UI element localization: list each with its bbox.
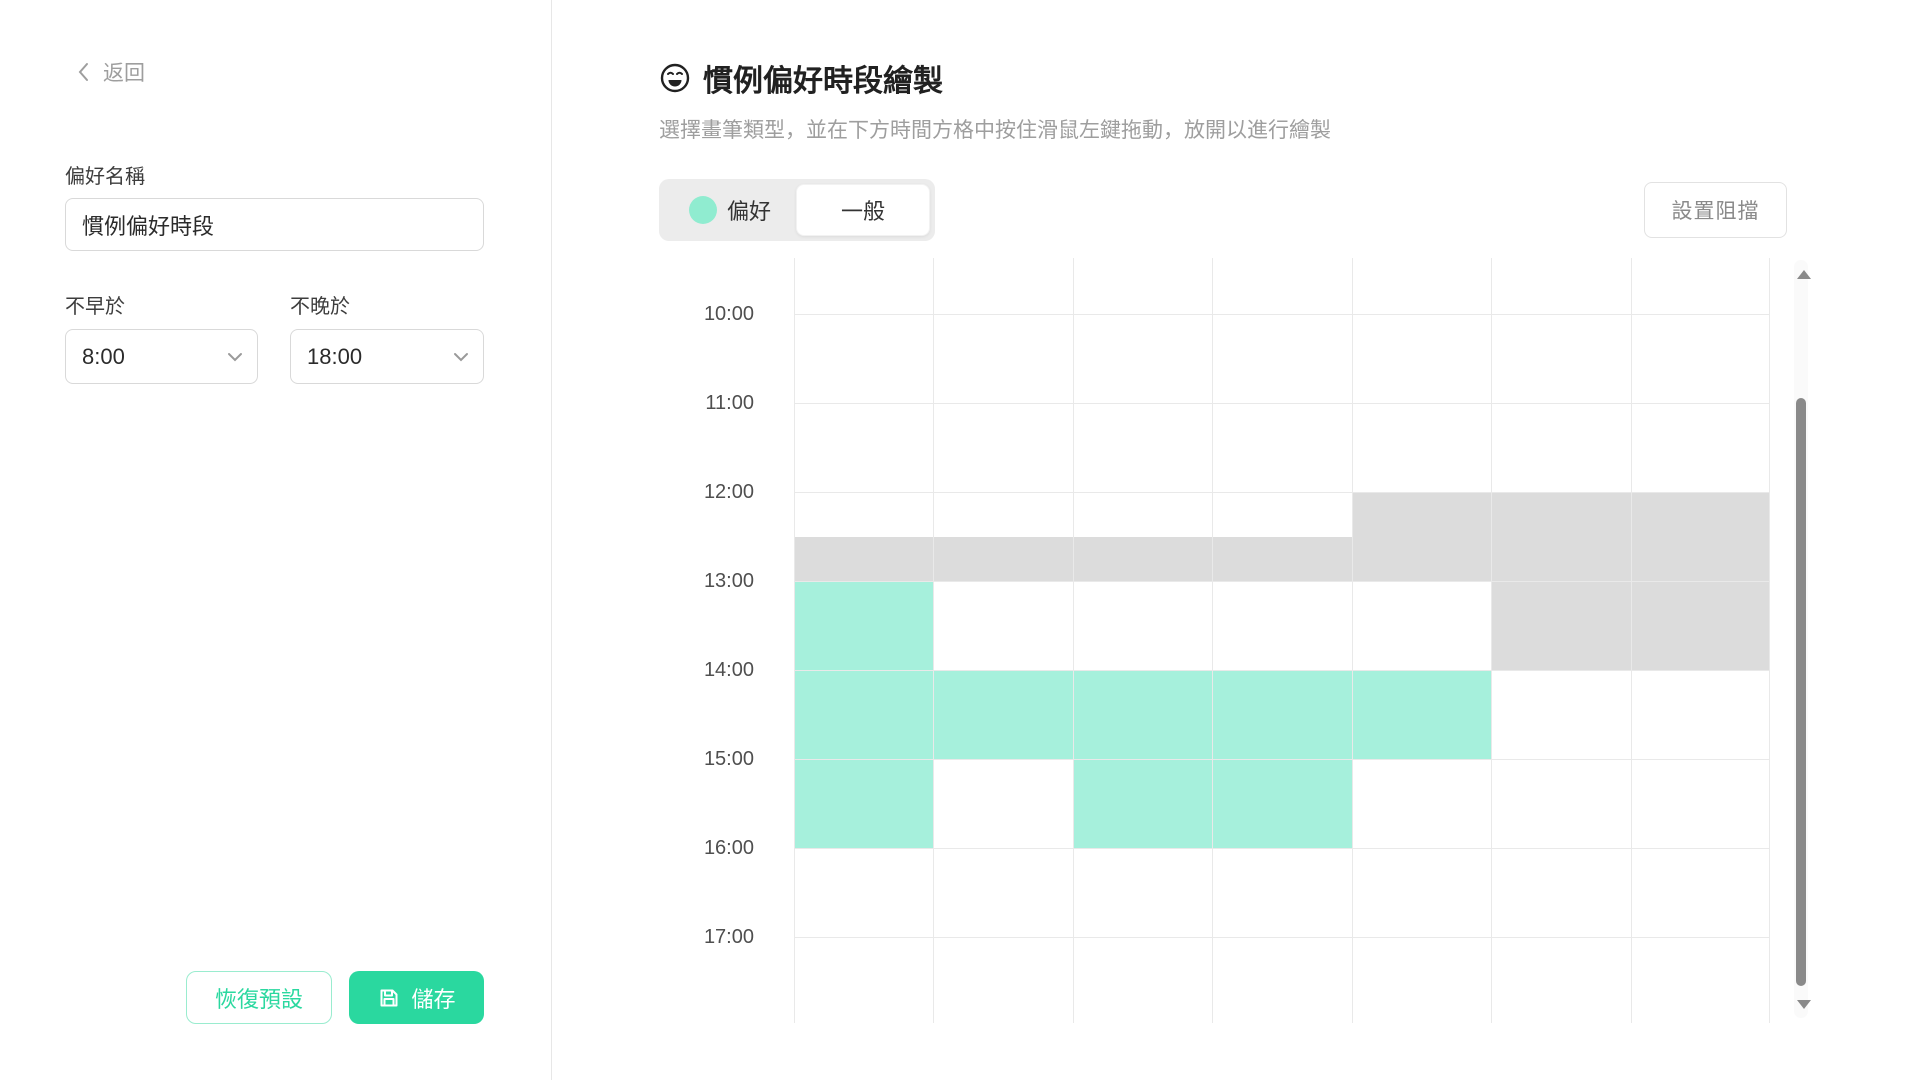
time-label: 14:00 [684, 658, 754, 682]
grid-column-line [1491, 258, 1492, 1023]
schedule-grid-canvas [794, 258, 1770, 1023]
pen-option-preferred[interactable]: 偏好 [664, 184, 796, 236]
pen-option-preferred-label: 偏好 [727, 194, 771, 226]
grid-column-line [1352, 258, 1353, 1023]
grid-hour-line [794, 759, 1770, 760]
schedule-cell-general[interactable] [1631, 492, 1770, 537]
grid-column-line [933, 258, 934, 1023]
sidebar-divider [551, 0, 552, 1080]
schedule-cell-preferred[interactable] [1352, 670, 1491, 759]
schedule-cell-general[interactable] [933, 537, 1072, 582]
schedule-cell-general[interactable] [1491, 492, 1630, 537]
pen-type-toggle: 偏好 一般 [659, 179, 935, 241]
schedule-grid[interactable] [794, 258, 1770, 1023]
save-label: 儲存 [411, 982, 455, 1014]
grid-hour-line [794, 581, 1770, 582]
page-subtitle: 選擇畫筆類型，並在下方時間方格中按住滑鼠左鍵拖動，放開以進行繪製 [659, 114, 1331, 144]
schedule-cell-general[interactable] [794, 537, 933, 582]
chevron-down-icon [227, 352, 243, 362]
schedule-cell-preferred[interactable] [1073, 759, 1212, 848]
grid-hour-line [794, 492, 1770, 493]
schedule-cell-preferred[interactable] [1073, 670, 1212, 759]
grid-hour-line [794, 314, 1770, 315]
preferred-color-dot-icon [689, 196, 717, 224]
schedule-cell-general[interactable] [1491, 537, 1630, 582]
schedule-cell-general[interactable] [1491, 581, 1630, 670]
schedule-cell-general[interactable] [1073, 537, 1212, 582]
schedule-cell-preferred[interactable] [794, 670, 933, 759]
grid-hour-line [794, 670, 1770, 671]
schedule-cell-general[interactable] [1212, 537, 1351, 582]
grid-column-line [794, 258, 795, 1023]
reset-default-button[interactable]: 恢復預設 [186, 971, 332, 1024]
scroll-down-arrow-icon[interactable] [1797, 1000, 1811, 1009]
grid-hour-line [794, 848, 1770, 849]
vertical-scrollbar-thumb[interactable] [1796, 398, 1806, 986]
schedule-cell-preferred[interactable] [1212, 759, 1351, 848]
save-button[interactable]: 儲存 [349, 971, 484, 1024]
title-row: 慣例偏好時段繪製 [659, 58, 943, 98]
schedule-cell-general[interactable] [1631, 581, 1770, 670]
time-label: 15:00 [684, 747, 754, 771]
schedule-cell-general[interactable] [1631, 537, 1770, 582]
save-icon [377, 986, 401, 1010]
preference-name-label: 偏好名稱 [65, 160, 145, 189]
chevron-left-icon [77, 62, 89, 82]
set-block-button[interactable]: 設置阻擋 [1644, 182, 1787, 238]
not-earlier-value: 8:00 [82, 344, 125, 370]
page-title: 慣例偏好時段繪製 [703, 56, 943, 100]
grid-column-line [1212, 258, 1213, 1023]
schedule-cell-preferred[interactable] [794, 581, 933, 670]
schedule-cell-preferred[interactable] [1212, 670, 1351, 759]
chevron-down-icon [453, 352, 469, 362]
grid-column-line [1073, 258, 1074, 1023]
not-earlier-select[interactable]: 8:00 [65, 329, 258, 384]
back-button[interactable]: 返回 [77, 58, 145, 86]
time-label: 16:00 [684, 836, 754, 860]
time-label: 12:00 [684, 480, 754, 504]
grid-column-line [1769, 258, 1770, 1023]
app-root: 返回 偏好名稱 不早於 不晚於 8:00 18:00 恢復預設 儲存 慣例偏好時… [0, 0, 1920, 1080]
schedule-cell-preferred[interactable] [794, 759, 933, 848]
grid-hour-line [794, 403, 1770, 404]
scroll-up-arrow-icon[interactable] [1797, 270, 1811, 279]
set-block-label: 設置阻擋 [1672, 195, 1760, 225]
not-earlier-label: 不早於 [65, 290, 125, 319]
not-later-value: 18:00 [307, 344, 362, 370]
grid-column-line [1631, 258, 1632, 1023]
back-label: 返回 [103, 57, 145, 87]
preference-name-input[interactable] [65, 198, 484, 251]
not-later-label: 不晚於 [290, 290, 350, 319]
not-later-select[interactable]: 18:00 [290, 329, 484, 384]
reset-default-label: 恢復預設 [215, 982, 303, 1014]
schedule-cell-general[interactable] [1352, 492, 1491, 537]
time-label: 13:00 [684, 569, 754, 593]
sidebar: 返回 偏好名稱 不早於 不晚於 8:00 18:00 恢復預設 儲存 [0, 0, 551, 1080]
pen-option-general[interactable]: 一般 [796, 184, 930, 236]
schedule-cell-preferred[interactable] [933, 670, 1072, 759]
time-label: 17:00 [684, 925, 754, 949]
time-label: 11:00 [684, 391, 754, 415]
pen-option-general-label: 一般 [841, 194, 885, 226]
grid-hour-line [794, 937, 1770, 938]
time-label: 10:00 [684, 302, 754, 326]
smiley-icon [659, 62, 691, 94]
schedule-cell-general[interactable] [1352, 537, 1491, 582]
